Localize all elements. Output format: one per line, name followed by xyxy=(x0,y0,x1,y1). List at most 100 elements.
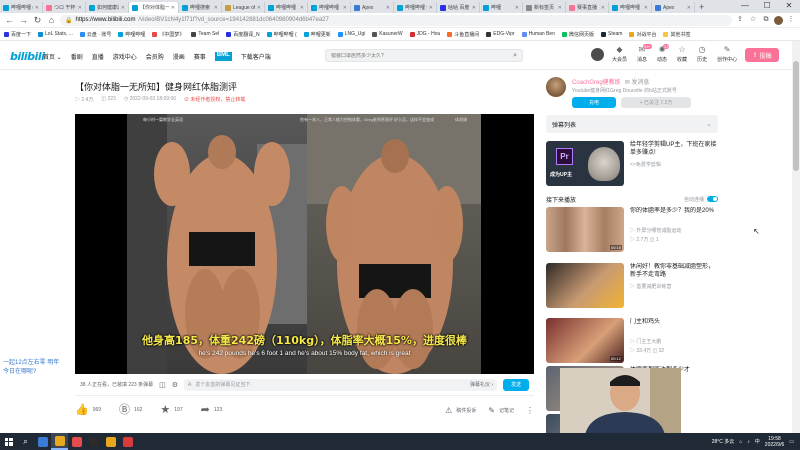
send-message-link[interactable]: ✉ 发消息 xyxy=(625,80,650,86)
nav-item[interactable]: 游戏中心 xyxy=(113,52,137,61)
back-icon[interactable]: ← xyxy=(4,15,15,25)
header-icon-1[interactable]: ✉ 99+ 消息 xyxy=(637,44,652,63)
danmaku-settings-icon[interactable]: ⚙ xyxy=(172,381,178,389)
browser-tab[interactable]: 哔哩 ✕ xyxy=(480,2,523,13)
close-tab-icon[interactable]: ✕ xyxy=(35,5,39,11)
bookmark-item[interactable]: KasunerW xyxy=(372,31,403,37)
charge-button[interactable]: 充电 xyxy=(572,97,616,108)
bilibili-logo[interactable]: bilibili xyxy=(10,50,45,63)
close-tab-icon[interactable]: ✕ xyxy=(558,5,562,11)
bookmark-item[interactable]: LNG_Ugi xyxy=(337,31,365,37)
close-tab-icon[interactable]: ✕ xyxy=(687,5,691,11)
report-button[interactable]: ⚠ 稿件投诉 xyxy=(445,405,476,416)
browser-tab[interactable]: 哔哩哔哩 好像✕ xyxy=(394,2,437,13)
close-tab-icon[interactable]: ✕ xyxy=(257,5,261,11)
video-title-link[interactable]: 你的体脂率是多少？我的是20% xyxy=(630,207,718,224)
browser-tab[interactable]: 咕咕 百度 ✕ xyxy=(437,2,480,13)
taskbar-app-icon[interactable] xyxy=(34,433,51,450)
taskbar-app-icon[interactable] xyxy=(85,433,102,450)
bookmark-item[interactable]: 百度翻译_N xyxy=(226,31,260,38)
bookmark-item[interactable]: 哔哩哔哩 ( xyxy=(266,31,297,38)
recommended-video[interactable]: 休闲好！教你零基础减脂塑形，新手不走弯路 ▷ 善要减肥训练营 xyxy=(546,263,718,308)
nav-item[interactable]: 赛事 xyxy=(194,52,206,61)
search-icon[interactable]: ⌕ xyxy=(513,52,517,60)
header-icon-0[interactable]: ◆ 大会员 xyxy=(612,46,627,64)
nav-item[interactable]: 首页 ⌄ xyxy=(43,52,62,61)
upload-button[interactable]: ⇧ 投稿 xyxy=(745,48,779,62)
browser-tab[interactable]: 哔哩哔哩 ✕ xyxy=(308,2,351,13)
danmaku-toggle-icon[interactable]: ◫ xyxy=(159,381,166,389)
search-box[interactable]: ⌕ xyxy=(325,49,523,62)
video-player[interactable]: 每小时一篇教学全英语 他有一米八，正常人能力控制体重，Greg老师将测评 好久没… xyxy=(75,114,534,374)
header-icon-2[interactable]: ✺ 22 动态 xyxy=(657,44,670,63)
windows-start-button[interactable] xyxy=(0,433,17,450)
close-tab-icon[interactable]: ✕ xyxy=(644,5,648,11)
browser-tab[interactable]: 哔哩搜索 ✕ xyxy=(179,2,222,13)
bookmark-item[interactable]: EDG-Vipr xyxy=(486,31,515,37)
browser-tab[interactable]: つロ 干杯~✕ xyxy=(43,2,86,13)
danmaku-etiquette-link[interactable]: 弹幕礼仪 › xyxy=(470,381,493,388)
nav-item[interactable]: 会员购 xyxy=(146,52,164,61)
user-avatar[interactable] xyxy=(591,48,604,61)
video-uploader[interactable]: ▷ 升屏分哪管减脂运动 xyxy=(630,227,681,234)
browser-tab[interactable]: 新标签页 ✕ xyxy=(523,2,566,13)
bookmark-item[interactable]: 其他书签 xyxy=(663,31,691,38)
video-title-link[interactable]: 门主和鸡头 xyxy=(630,318,718,335)
nav-item[interactable]: 下载客户端 xyxy=(241,52,271,61)
url-field[interactable]: 🔒 https://www.bilibili.com/video/BV1cN4y… xyxy=(60,14,732,26)
bookmark-item[interactable]: Steam xyxy=(601,31,622,37)
taskbar-app-icon[interactable] xyxy=(119,433,136,450)
taskbar-app-icon[interactable] xyxy=(102,433,119,450)
browser-tab[interactable]: Apex ✕ xyxy=(652,2,695,13)
taskbar-app-icon[interactable] xyxy=(51,433,68,450)
ad-card[interactable]: Pr 成为UP主 给年轻学剪辑UP主，下班在家接单多赚点! <>免费学剪辑 xyxy=(546,141,718,186)
browser-tab[interactable]: Apex ✕ xyxy=(351,2,394,13)
send-danmaku-button[interactable]: 发送 xyxy=(503,378,529,391)
share-button[interactable]: ➦ 123 xyxy=(201,404,223,416)
nav-item[interactable]: 直播 xyxy=(92,52,104,61)
clock[interactable]: 19:58 2022/9/6 xyxy=(765,436,784,448)
nav-item[interactable]: 番剧 xyxy=(71,52,83,61)
input-language[interactable]: 中 xyxy=(755,438,760,445)
uploader-name[interactable]: CoachGreg健教练 xyxy=(572,80,621,86)
favorite-button[interactable]: ★ 197 xyxy=(160,404,182,416)
reload-icon[interactable]: ↻ xyxy=(32,15,43,26)
close-tab-icon[interactable]: ✕ xyxy=(386,5,390,11)
scrollbar-thumb[interactable] xyxy=(793,61,799,171)
close-tab-icon[interactable]: ✕ xyxy=(429,5,433,11)
bookmark-item[interactable]: Human Ben xyxy=(521,31,555,37)
search-input[interactable] xyxy=(331,52,514,59)
taskbar-app-icon[interactable] xyxy=(68,433,85,450)
maximize-button[interactable]: ☐ xyxy=(756,0,778,13)
browser-tab[interactable]: 赛事直播 ✕ xyxy=(566,2,609,13)
share-icon[interactable]: ⇪ xyxy=(735,15,745,25)
bookmark-item[interactable]: 哔哩哔哩 xyxy=(118,31,145,38)
close-tab-icon[interactable]: ✕ xyxy=(601,5,605,11)
close-tab-icon[interactable]: ✕ xyxy=(78,5,82,11)
video-uploader[interactable]: ▷ 善要减肥训练营 xyxy=(630,283,671,290)
coin-button[interactable]: Ⓑ 162 xyxy=(119,404,142,416)
uploader-avatar[interactable] xyxy=(546,77,566,97)
close-tab-icon[interactable]: ✕ xyxy=(515,5,519,11)
bookmark-item[interactable]: 斗鱼直播间 xyxy=(447,31,479,38)
video-uploader[interactable]: ▷ 门主王大鹏 xyxy=(630,338,661,345)
recommended-video[interactable]: 00:15 你的体脂率是多少？我的是20% ▷ 升屏分哪管减脂运动 ▷ 2.7万 ◫ … xyxy=(546,207,718,252)
close-tab-icon[interactable]: ✕ xyxy=(214,5,218,11)
taskbar-search-icon[interactable]: ⌕ xyxy=(17,433,34,450)
browser-tab[interactable]: 如何健康过量减脂✕ xyxy=(86,2,129,13)
bookmark-item[interactable]: 《中国梦》 xyxy=(152,31,184,38)
bookmark-item[interactable]: LoL Stats, ... xyxy=(38,31,73,37)
bookmark-item[interactable]: JDG - Hou xyxy=(409,31,440,37)
close-tab-icon[interactable]: ✕ xyxy=(171,5,175,11)
danmaku-list-toggle[interactable]: 弹幕列表 ⌄ xyxy=(546,115,718,133)
more-button[interactable]: ⋮ xyxy=(526,405,534,416)
bookmark-item[interactable]: 云盘 · 账号 xyxy=(79,31,111,38)
bookmark-star-icon[interactable]: ☆ xyxy=(748,15,758,25)
new-tab-button[interactable]: + xyxy=(695,2,708,13)
video-title-link[interactable]: 休闲好！教你零基础减脂塑形，新手不走弯路 xyxy=(630,263,718,280)
autoplay-toggle[interactable] xyxy=(707,196,718,202)
browser-tab[interactable]: 哔哩哔哩 ✕ xyxy=(609,2,652,13)
browser-tab[interactable]: League of Legend✕ xyxy=(222,2,265,13)
header-icon-5[interactable]: ✎ 创作中心 xyxy=(717,46,737,64)
close-tab-icon[interactable]: ✕ xyxy=(343,5,347,11)
